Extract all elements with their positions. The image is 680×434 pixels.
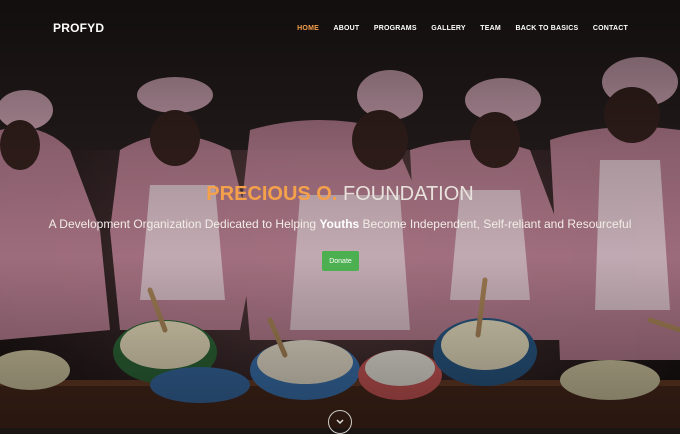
nav-item-back-to-basics[interactable]: BACK TO BASICS <box>515 25 578 32</box>
tagline-bold: Youths <box>319 217 360 231</box>
tagline-before: A Development Organization Dedicated to … <box>48 217 320 231</box>
brand-logo[interactable]: PROFYD <box>53 21 104 35</box>
donate-button[interactable]: Donate <box>322 251 359 271</box>
hero-tagline: A Development Organization Dedicated to … <box>0 217 680 231</box>
chevron-down-icon <box>336 419 344 425</box>
nav-item-contact[interactable]: CONTACT <box>593 25 628 32</box>
scroll-down-button[interactable] <box>328 410 352 434</box>
hero-dark-overlay <box>0 0 680 428</box>
nav-menu: HOME ABOUT PROGRAMS GALLERY TEAM BACK TO… <box>283 25 628 32</box>
nav-item-about[interactable]: ABOUT <box>333 25 359 32</box>
nav-item-gallery[interactable]: GALLERY <box>431 25 466 32</box>
navbar: PROFYD HOME ABOUT PROGRAMS GALLERY TEAM … <box>0 0 680 56</box>
nav-item-team[interactable]: TEAM <box>480 25 501 32</box>
nav-item-programs[interactable]: PROGRAMS <box>374 25 417 32</box>
hero-section <box>0 0 680 428</box>
hero-title-rest: FOUNDATION <box>337 183 474 205</box>
tagline-after: Become Independent, Self-reliant and Res… <box>359 217 632 231</box>
hero-title: PRECIOUS O. FOUNDATION <box>0 183 680 206</box>
hero-title-accent: PRECIOUS O. <box>206 183 338 205</box>
nav-item-home[interactable]: HOME <box>297 25 319 32</box>
